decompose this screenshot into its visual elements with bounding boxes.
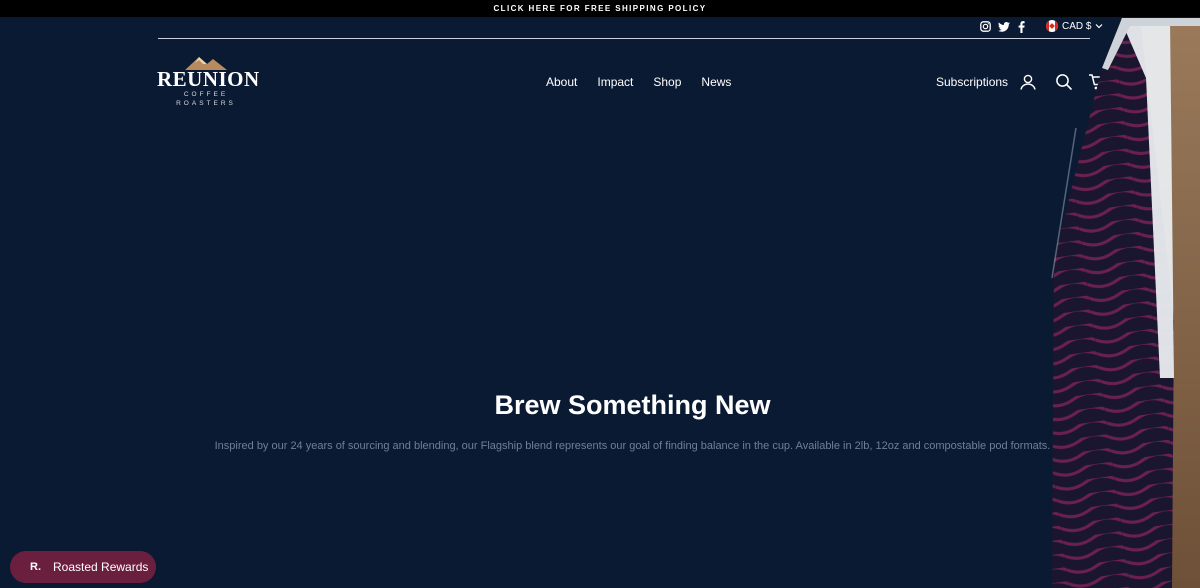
brand-logo[interactable]: REUNION COFFEE ROASTERS bbox=[157, 56, 260, 108]
social-links bbox=[979, 20, 1028, 33]
nav-impact[interactable]: Impact bbox=[597, 75, 633, 89]
nav-shop[interactable]: Shop bbox=[653, 75, 681, 89]
header-divider bbox=[158, 38, 1090, 39]
roasted-rewards-button[interactable]: R. Roasted Rewards bbox=[10, 551, 156, 583]
rewards-logo-icon: R. bbox=[30, 561, 41, 573]
page: CLICK HERE FOR FREE SHIPPING POLICY CAD … bbox=[0, 0, 1200, 588]
logo-tagline-roasters: ROASTERS bbox=[176, 100, 236, 107]
hero-subtitle: Inspired by our 24 years of sourcing and… bbox=[214, 440, 1051, 452]
utility-bar: CAD $ bbox=[0, 17, 1200, 38]
nav-news[interactable]: News bbox=[701, 75, 731, 89]
logo-wordmark: REUNION bbox=[157, 67, 260, 91]
coffee-bag-image bbox=[1051, 18, 1200, 588]
logo-tagline-coffee: COFFEE bbox=[183, 91, 229, 98]
subscriptions-link[interactable]: Subscriptions bbox=[936, 75, 1008, 89]
twitter-icon[interactable] bbox=[997, 20, 1010, 33]
nav-about[interactable]: About bbox=[546, 75, 577, 89]
rewards-label: Roasted Rewards bbox=[53, 560, 149, 574]
instagram-icon[interactable] bbox=[979, 20, 992, 33]
hero-title: Brew Something New bbox=[494, 390, 771, 420]
main-nav: About Impact Shop News bbox=[546, 75, 731, 89]
announcement-bar[interactable]: CLICK HERE FOR FREE SHIPPING POLICY bbox=[0, 0, 1200, 17]
facebook-icon[interactable] bbox=[1015, 20, 1028, 33]
announcement-text[interactable]: CLICK HERE FOR FREE SHIPPING POLICY bbox=[493, 4, 706, 13]
account-icon[interactable] bbox=[1019, 73, 1039, 91]
